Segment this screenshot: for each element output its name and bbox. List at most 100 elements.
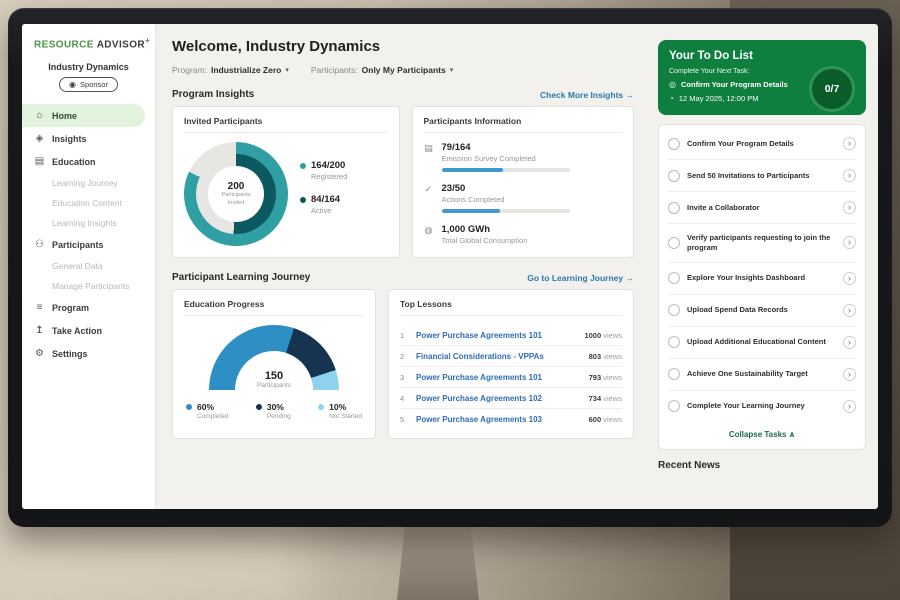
sidebar-item-take-action[interactable]: ↥ Take Action — [22, 319, 155, 342]
lesson-row: 3 Power Purchase Agreements 101 793 view… — [400, 367, 622, 388]
sidebar-item-label: Take Action — [52, 326, 102, 336]
chevron-right-icon[interactable]: › — [843, 304, 856, 317]
lesson-link[interactable]: Power Purchase Agreements 101 — [416, 373, 581, 382]
invited-participants-donut-chart: 200 Participants Invited — [184, 142, 288, 246]
program-select[interactable]: Industrialize Zero — [211, 65, 281, 75]
task-checkbox[interactable] — [668, 237, 680, 249]
chevron-down-icon[interactable]: ▾ — [285, 66, 289, 74]
lesson-link[interactable]: Power Purchase Agreements 102 — [416, 394, 581, 403]
info-label: Total Global Consumption — [442, 236, 528, 245]
gauge-center-label: Participants — [257, 382, 291, 389]
monitor-screen: RESOURCE ADVISOR+ Industry Dynamics ◉ Sp… — [22, 24, 878, 509]
chevron-right-icon[interactable]: › — [843, 272, 856, 285]
check-more-insights-link[interactable]: Check More Insights → — [540, 90, 634, 100]
sidebar-item-label: Home — [52, 111, 77, 121]
sidebar-item-program[interactable]: ≡ Program — [22, 296, 155, 319]
legend-item-not-started: 10% Not Started — [318, 402, 362, 420]
info-label: Emission Survey Completed — [442, 154, 570, 163]
clock-icon: ◔ — [669, 94, 674, 103]
legend-item-completed: 60% Completed — [186, 402, 228, 420]
sidebar-item-participants[interactable]: ⚇ Participants — [22, 233, 155, 256]
monitor-stand — [397, 525, 479, 600]
legend-dot — [256, 404, 262, 410]
lesson-rank: 5 — [400, 415, 408, 424]
task-checkbox[interactable] — [668, 202, 680, 214]
info-label: Actions Completed — [442, 195, 570, 204]
sidebar-item-label: Settings — [52, 349, 88, 359]
sidebar-item-education-content[interactable]: Education Content — [22, 193, 155, 213]
task-row[interactable]: Confirm Your Program Details › — [668, 128, 856, 160]
lesson-views: 600 views — [589, 415, 622, 424]
info-value: 1,000 GWh — [442, 224, 528, 235]
chevron-down-icon[interactable]: ▾ — [450, 66, 454, 74]
task-row[interactable]: Upload Spend Data Records › — [668, 295, 856, 327]
learning-journey-header: Participant Learning Journey Go to Learn… — [172, 272, 634, 283]
sponsor-badge[interactable]: ◉ Sponsor — [59, 77, 118, 92]
participants-select[interactable]: Only My Participants — [362, 65, 446, 75]
sponsor-label: Sponsor — [80, 80, 108, 89]
sidebar-item-manage-participants[interactable]: Manage Participants — [22, 276, 155, 296]
lesson-views-word: views — [603, 415, 622, 424]
program-icon: ≡ — [34, 302, 45, 313]
lesson-views-word: views — [603, 373, 622, 382]
task-checkbox[interactable] — [668, 336, 680, 348]
legend-label: Not Started — [318, 413, 362, 420]
lesson-link[interactable]: Financial Considerations - VPPAs — [416, 352, 581, 361]
sidebar-item-learning-journey[interactable]: Learning Journey — [22, 173, 155, 193]
chevron-right-icon[interactable]: › — [843, 368, 856, 381]
brand-primary: RESOURCE — [34, 39, 94, 50]
home-icon: ⌂ — [34, 110, 45, 121]
task-row[interactable]: Invite a Collaborator › — [668, 192, 856, 224]
task-checkbox[interactable] — [668, 400, 680, 412]
card-title: Top Lessons — [400, 299, 622, 316]
task-checkbox[interactable] — [668, 368, 680, 380]
task-row[interactable]: Achieve One Sustainability Target › — [668, 359, 856, 391]
donut-inner-ring: 200 Participants Invited — [196, 154, 276, 234]
sidebar-item-general-data[interactable]: General Data — [22, 256, 155, 276]
task-checkbox[interactable] — [668, 170, 680, 182]
lesson-row: 1 Power Purchase Agreements 101 1000 vie… — [400, 325, 622, 346]
legend-item-registered: 164/200 Registered — [300, 160, 347, 181]
task-label: Complete Your Learning Journey — [687, 401, 836, 411]
lesson-views-word: views — [603, 331, 622, 340]
task-row[interactable]: Send 50 Invitations to Participants › — [668, 160, 856, 192]
brand-plus: + — [145, 36, 150, 45]
sidebar-item-learning-insights[interactable]: Learning Insights — [22, 213, 155, 233]
task-label: Explore Your Insights Dashboard — [687, 273, 836, 283]
donut-center: 200 Participants Invited — [208, 166, 264, 222]
legend-value: 84/164 — [311, 194, 340, 205]
lesson-views: 803 views — [589, 352, 622, 361]
actions-icon: ✓ — [424, 183, 434, 213]
chevron-right-icon[interactable]: › — [843, 137, 856, 150]
task-row[interactable]: Verify participants requesting to join t… — [668, 224, 856, 263]
lesson-rank: 2 — [400, 352, 408, 361]
go-to-learning-journey-link[interactable]: Go to Learning Journey → — [527, 273, 634, 283]
chevron-right-icon[interactable]: › — [843, 400, 856, 413]
task-row[interactable]: Complete Your Learning Journey › — [668, 391, 856, 422]
sidebar-nav: ⌂ Home ◈ Insights ▤ Education Learning J… — [22, 104, 155, 365]
task-label: Invite a Collaborator — [687, 203, 836, 213]
sidebar-item-home[interactable]: ⌂ Home — [22, 104, 145, 127]
gauge-legend: 60% Completed 30% Pending 10% — [184, 402, 364, 420]
info-value: 79/164 — [442, 142, 570, 153]
lesson-link[interactable]: Power Purchase Agreements 101 — [416, 331, 576, 340]
task-checkbox[interactable] — [668, 272, 680, 284]
task-row[interactable]: Upload Additional Educational Content › — [668, 327, 856, 359]
lesson-link[interactable]: Power Purchase Agreements 103 — [416, 415, 581, 424]
chevron-right-icon[interactable]: › — [843, 336, 856, 349]
chevron-right-icon[interactable]: › — [843, 169, 856, 182]
page-title: Welcome, Industry Dynamics — [172, 38, 634, 55]
task-checkbox[interactable] — [668, 138, 680, 150]
participants-information-card: Participants Information ▤ 79/164 Emissi… — [412, 106, 635, 258]
program-filter-label: Program: — [172, 65, 207, 75]
task-checkbox[interactable] — [668, 304, 680, 316]
sidebar-item-settings[interactable]: ⚙ Settings — [22, 342, 155, 365]
participants-icon: ⚇ — [34, 239, 45, 250]
chevron-right-icon[interactable]: › — [843, 201, 856, 214]
legend-dot — [300, 197, 306, 203]
chevron-right-icon[interactable]: › — [843, 236, 856, 249]
collapse-tasks-link[interactable]: Collapse Tasks ∧ — [668, 422, 856, 446]
sidebar-item-insights[interactable]: ◈ Insights — [22, 127, 155, 150]
sidebar-item-education[interactable]: ▤ Education — [22, 150, 155, 173]
task-row[interactable]: Explore Your Insights Dashboard › — [668, 263, 856, 295]
